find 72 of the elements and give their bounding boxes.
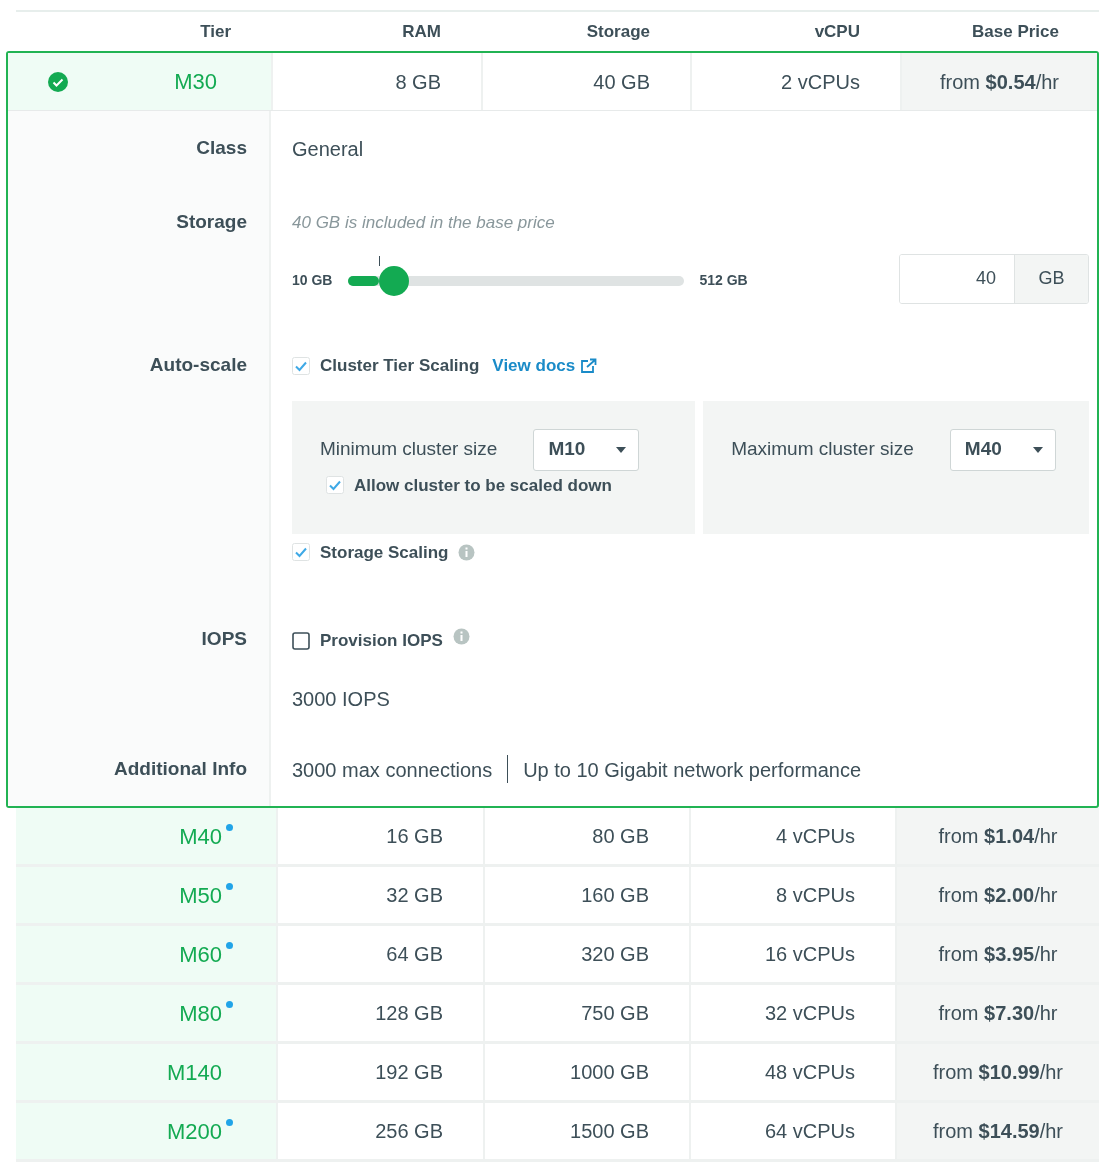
table-cell-text: 40 GB (593, 69, 650, 95)
table-cell-text: 32 vCPUs (764, 1001, 855, 1026)
price-cell-text: from $1.04/hr (938, 824, 1058, 849)
table-cell-text: 16 vCPUs (764, 942, 855, 967)
iops-value: 3000 IOPS (292, 686, 391, 712)
column-header: Tier (199, 20, 232, 43)
tier-name: M50 (179, 881, 222, 910)
external-link-icon (579, 357, 598, 374)
price-cell-text: from $3.95/hr (938, 942, 1058, 967)
table-cell-text: 16 GB (386, 824, 443, 849)
checkbox-label: Provision IOPS (320, 630, 443, 652)
checkbox-label: Allow cluster to be scaled down (354, 474, 612, 497)
panel-label: Minimum cluster size (320, 437, 498, 462)
tier-name: M200 (166, 1117, 222, 1146)
tier-name: M30 (174, 68, 217, 96)
table-cell-text: 192 GB (375, 1060, 443, 1085)
table-cell-text: 4 vCPUs (776, 824, 855, 849)
storage-input[interactable]: 40 GB (899, 253, 1089, 304)
field-label: Additional Info (114, 758, 247, 779)
info-icon (452, 628, 470, 646)
slider-min-label: 10 GB (292, 271, 333, 290)
table-cell-text: 750 GB (581, 1001, 649, 1026)
table-cell-text: 1000 GB (570, 1060, 649, 1085)
table-cell-text: 64 vCPUs (764, 1119, 855, 1144)
table-cell-text: 160 GB (581, 883, 649, 908)
tier-name: M60 (179, 940, 222, 969)
column-header: Base Price (971, 20, 1060, 43)
panel-label: Maximum cluster size (731, 437, 914, 462)
class-value: General (292, 138, 364, 160)
field-label: Storage (176, 211, 247, 232)
table-cell-text: 8 GB (395, 69, 441, 95)
info-icon (458, 543, 476, 561)
check-icon (48, 72, 68, 92)
column-header: vCPU (813, 20, 861, 43)
tier-name: M80 (179, 999, 222, 1028)
table-cell-text: 128 GB (375, 1001, 443, 1026)
checkbox-label: Storage Scaling (320, 541, 449, 564)
caret-icon (1032, 446, 1043, 453)
table-cell-text: 48 vCPUs (764, 1060, 855, 1085)
view-docs-link[interactable]: View docs (492, 353, 598, 379)
slider-handle[interactable] (378, 265, 409, 296)
table-cell-text: 64 GB (386, 942, 443, 967)
checkbox[interactable] (292, 631, 310, 650)
info-text: 3000 max connections (292, 758, 493, 783)
price-cell-text: from $14.59/hr (932, 1119, 1064, 1144)
field-label: Auto-scale (149, 354, 247, 375)
table-cell-text: 2 vCPUs (781, 69, 860, 95)
table-cell-text: 8 vCPUs (776, 883, 855, 908)
storage-note: 40 GB is included in the base price (292, 212, 556, 234)
size-dropdown[interactable]: M10 (533, 428, 640, 471)
column-header: RAM (401, 20, 442, 43)
caret-icon (616, 446, 627, 453)
table-cell-text: 256 GB (375, 1119, 443, 1144)
slider-max-label: 512 GB (699, 271, 748, 290)
unit-label: GB (1014, 254, 1088, 303)
table-cell-text: 32 GB (386, 883, 443, 908)
table-cell-text: 1500 GB (570, 1119, 649, 1144)
field-label: IOPS (201, 628, 247, 649)
tier-name: M40 (179, 822, 222, 851)
price-cell-text: from $10.99/hr (932, 1060, 1064, 1085)
size-dropdown[interactable]: M40 (949, 428, 1056, 471)
price-cell-text: from $2.00/hr (938, 883, 1058, 908)
price-cell-text: from $7.30/hr (938, 1001, 1058, 1026)
table-cell-text: 320 GB (581, 942, 649, 967)
info-text: Up to 10 Gigabit network performance (523, 758, 862, 783)
price-cell-text: from $0.54/hr (940, 69, 1059, 95)
storage-slider[interactable] (348, 255, 685, 296)
field-label: Class (196, 137, 247, 158)
checkbox-label: Cluster Tier Scaling (320, 355, 480, 377)
tier-name: M140 (166, 1058, 222, 1087)
column-header: Storage (585, 20, 651, 43)
table-cell-text: 80 GB (592, 824, 649, 849)
